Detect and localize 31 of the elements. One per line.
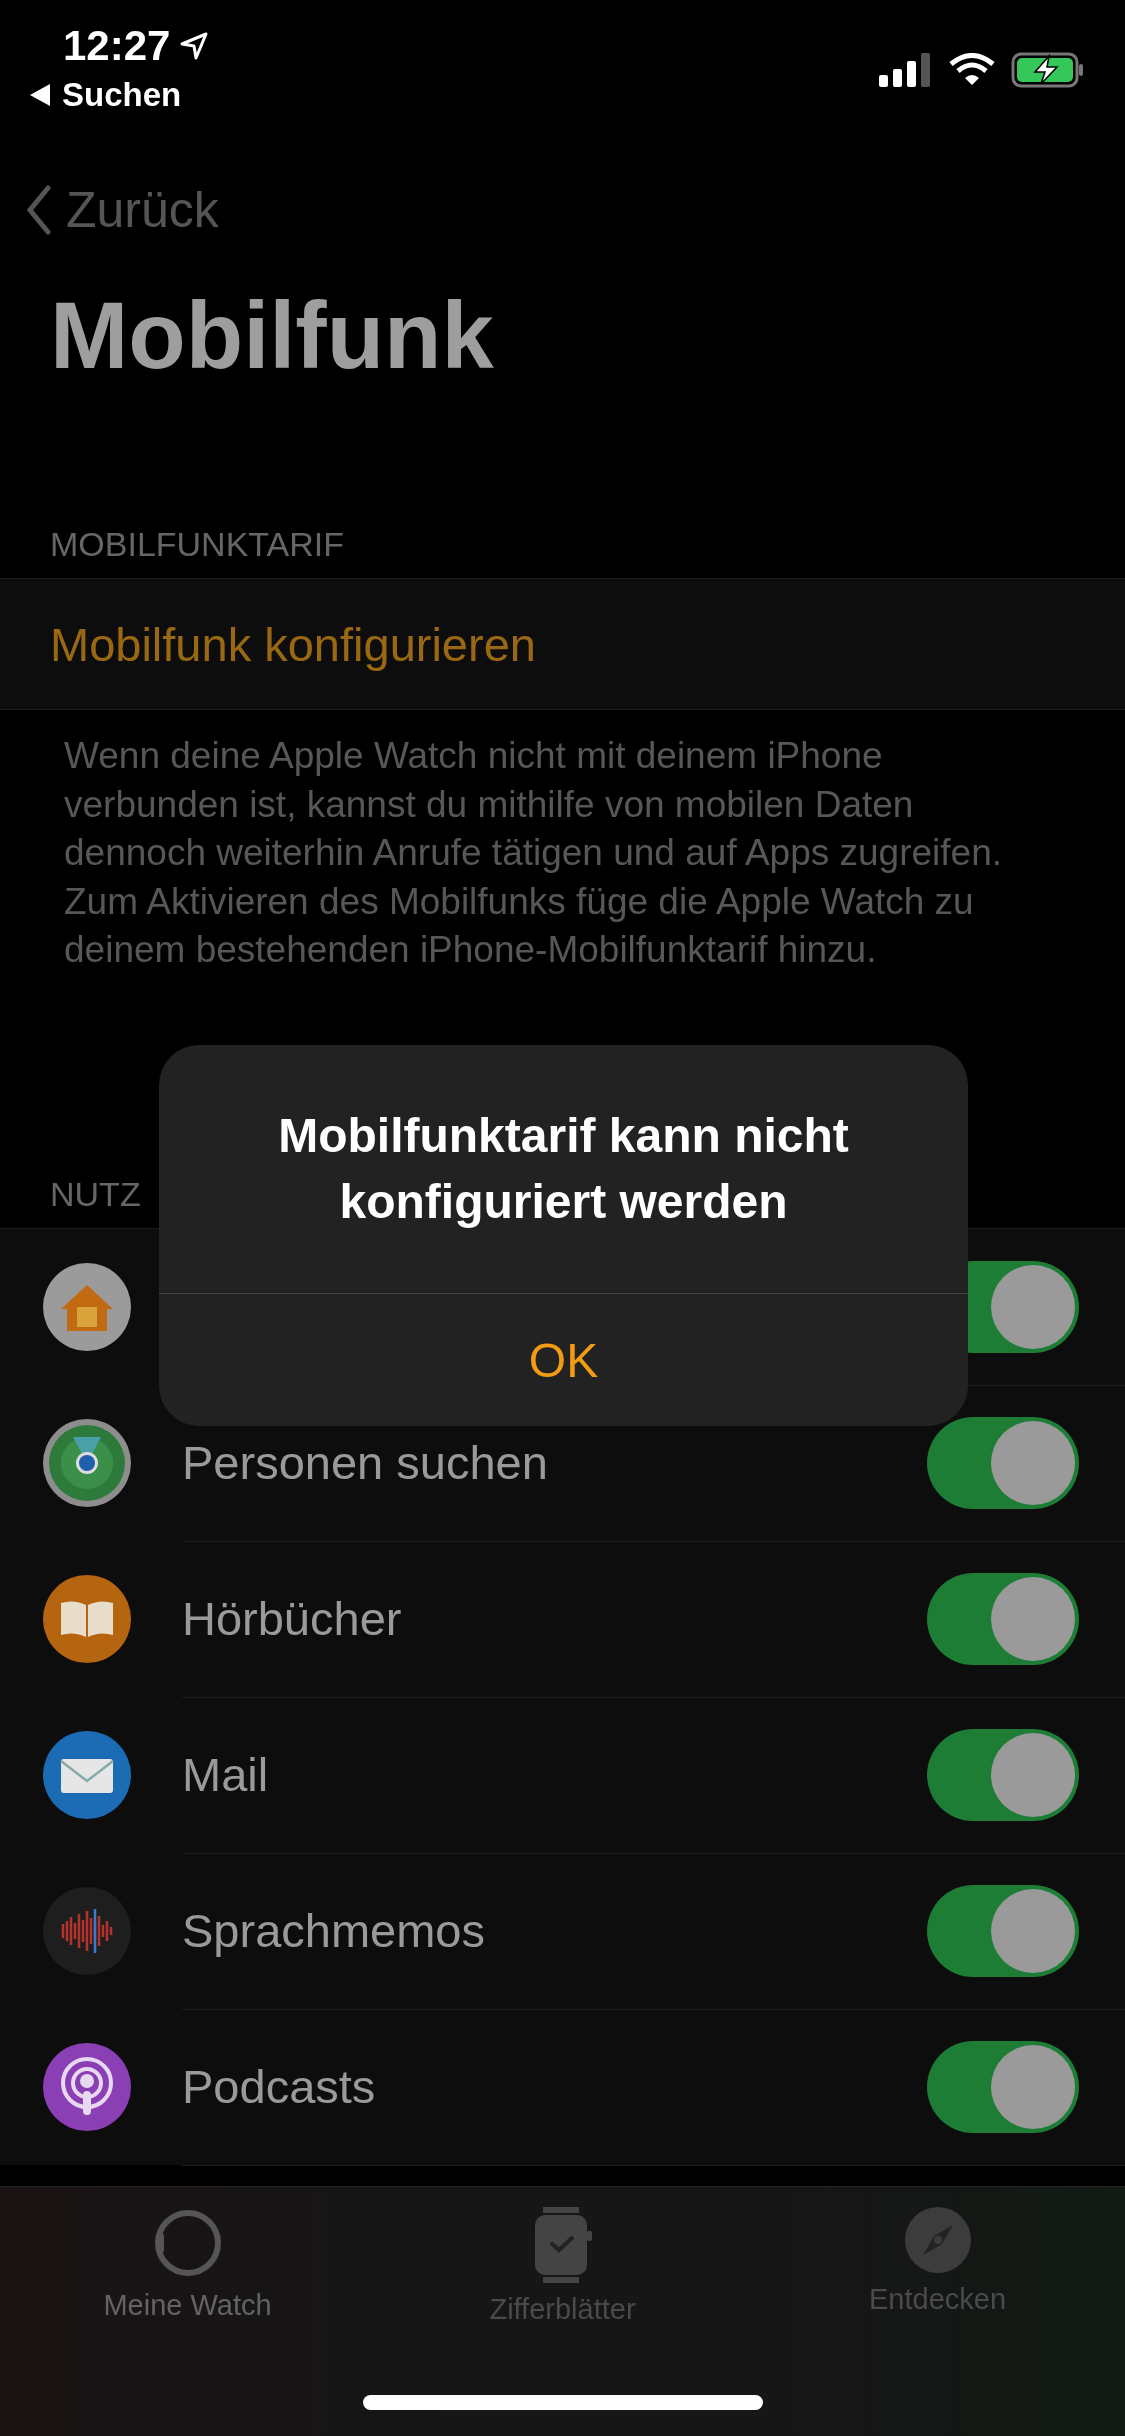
- app-name: Podcasts: [182, 2059, 376, 2114]
- app-name: Sprachmemos: [182, 1903, 485, 1958]
- wifi-icon: [949, 52, 995, 87]
- section-header: NUTZ: [50, 1175, 141, 1214]
- app-name: Hörbücher: [182, 1591, 402, 1646]
- compass-icon: [904, 2207, 971, 2273]
- signal-icon: [879, 52, 933, 87]
- watch-face-icon: [532, 2207, 593, 2283]
- book-icon: [43, 1575, 131, 1663]
- back-link[interactable]: Zurück: [0, 150, 219, 250]
- location-arrow-icon: [180, 32, 209, 60]
- configure-link[interactable]: Mobilfunk konfigurieren: [50, 616, 536, 672]
- app-name: Personen suchen: [182, 1435, 548, 1490]
- back-to-app-link[interactable]: Suchen: [62, 76, 182, 114]
- alert-title: Mobilfunktarif kann nicht konfiguriert werden: [159, 1045, 968, 1294]
- section-header: MOBILFUNKTARIF: [50, 525, 345, 564]
- page-title: Mobilfunk: [50, 282, 495, 390]
- radar-icon: [43, 1419, 131, 1507]
- status-time: 12:27: [63, 22, 171, 70]
- section-footer: Wenn deine Apple Watch nicht mit deinem iPhone verbunden ist, kannst du mithilfe von mobilen Daten dennoch weiterhin Anrufe tätigen und auf Apps zugreifen. Zum Aktivieren des Mobilfunks füge die Apple Watch zu deinem bestehenden iPhone-Mobilfunktarif hinzu.: [0, 710, 1125, 1040]
- battery-charging-icon: [1011, 51, 1085, 88]
- back-triangle-icon: [30, 84, 50, 106]
- house-icon: [43, 1263, 131, 1351]
- podcast-icon: [43, 2043, 131, 2131]
- chevron-left-icon: [26, 185, 52, 235]
- envelope-icon: [43, 1731, 131, 1819]
- ok-button[interactable]: OK: [159, 1294, 968, 1426]
- app-name: Mail: [182, 1747, 269, 1802]
- tab[interactable]: Meine Watch: [0, 2207, 375, 2322]
- watch-icon: [152, 2207, 223, 2279]
- waveform-icon: [43, 1887, 131, 1975]
